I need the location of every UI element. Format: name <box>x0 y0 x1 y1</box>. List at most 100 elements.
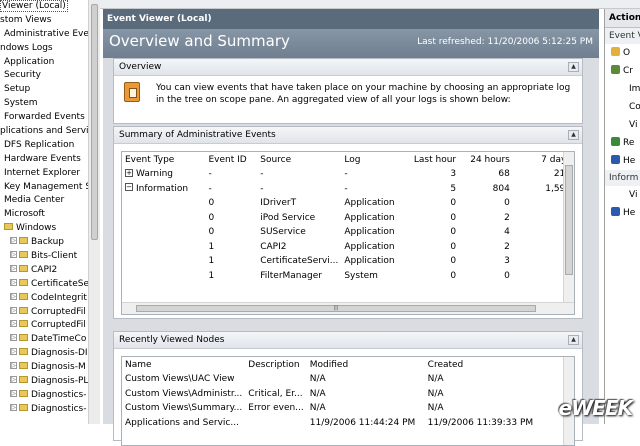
table-header-row: Event Type Event ID Source Log Last hour 24 h… <box>122 152 574 167</box>
action-item[interactable]: He <box>605 152 640 170</box>
tree-item[interactable]: ndows Logs <box>0 42 99 56</box>
table-row[interactable]: Custom Views\Summary... Error even... N/A N… <box>122 401 574 416</box>
console-tree[interactable]: Viewer (Local) stom Views Administrative E… <box>0 0 100 424</box>
expand-icon[interactable]: ▷ <box>10 334 17 342</box>
action-item[interactable]: Vi <box>605 116 640 134</box>
collapse-row-icon[interactable]: − <box>125 183 133 192</box>
column-header[interactable]: Event Type <box>122 152 206 167</box>
tree-item[interactable]: stom Views <box>0 14 99 28</box>
expand-icon[interactable]: ▷ <box>10 251 17 259</box>
action-item[interactable]: He <box>605 204 640 222</box>
tree-item[interactable]: Internet Explorer <box>0 167 99 181</box>
action-item[interactable]: Co <box>605 98 640 116</box>
tree-item[interactable]: ▷ Diagnosis-PL <box>0 375 99 389</box>
table-row[interactable]: 1FilterManagerSystem000 <box>122 269 574 284</box>
column-header[interactable]: Event ID <box>206 152 258 167</box>
expand-icon[interactable]: ▷ <box>10 403 17 411</box>
expand-icon[interactable]: ▷ <box>10 306 17 314</box>
collapse-icon[interactable]: ▲ <box>568 62 579 72</box>
collapse-icon[interactable]: ▲ <box>568 130 579 140</box>
tree-item[interactable]: Windows <box>0 222 99 236</box>
tree-item[interactable]: Microsoft <box>0 208 99 222</box>
action-item[interactable]: O <box>605 44 640 62</box>
tree-item[interactable]: ▷ Backup <box>0 236 99 250</box>
tree-item[interactable]: ▷ CertificateSe <box>0 278 99 292</box>
overview-header[interactable]: Overview ▲ <box>114 59 582 76</box>
event-type: Information <box>136 183 189 194</box>
tree-vertical-scrollbar[interactable] <box>88 0 100 424</box>
column-header[interactable]: 24 hours <box>459 152 513 167</box>
tree-item[interactable]: Setup <box>0 83 99 97</box>
tree-item[interactable]: plications and Servic <box>0 125 99 139</box>
tree-item[interactable]: ▷ Diagnosis-DI <box>0 347 99 361</box>
summary-horizontal-scrollbar[interactable]: ||| <box>122 302 574 314</box>
column-header[interactable]: Created <box>425 357 574 372</box>
expand-icon[interactable]: ▷ <box>10 292 17 300</box>
expand-icon[interactable]: ▷ <box>10 320 17 328</box>
tree-item[interactable]: ▷ Diagnostics- <box>0 389 99 403</box>
summary-scroll-thumb[interactable] <box>565 165 573 275</box>
table-row[interactable]: Applications and Servic... 11/9/2006 11:4… <box>122 416 574 431</box>
tree-item[interactable]: Media Center <box>0 194 99 208</box>
table-row[interactable]: 1CertificateServi...Application039 <box>122 254 574 269</box>
tree-item[interactable]: ▷ Bits-Client <box>0 250 99 264</box>
tree-item[interactable]: ▷ Diagnostics- <box>0 403 99 417</box>
tree-item[interactable]: Administrative Even <box>0 28 99 42</box>
tree-item[interactable]: ▷ CorruptedFil <box>0 319 99 333</box>
summary-header[interactable]: Summary of Administrative Events ▲ <box>114 127 582 144</box>
collapse-icon[interactable]: ▲ <box>568 335 579 345</box>
tree-item[interactable]: DFS Replication <box>0 139 99 153</box>
column-header[interactable]: Log <box>341 152 411 167</box>
action-item[interactable]: Cr <box>605 62 640 80</box>
action-item[interactable]: Im <box>605 80 640 98</box>
tree-item[interactable]: ▷ CAPI2 <box>0 264 99 278</box>
table-row[interactable]: 0iPod ServiceApplication026 <box>122 211 574 226</box>
summary-table: Event Type Event ID Source Log Last hour 24 h… <box>122 152 574 283</box>
tree-item[interactable]: ▷ CodeIntegrit <box>0 292 99 306</box>
tree-item[interactable]: ▷ CorruptedFil <box>0 306 99 320</box>
expand-icon[interactable]: ▷ <box>10 278 17 286</box>
expand-icon[interactable]: ▷ <box>10 264 17 272</box>
column-header[interactable]: Description <box>245 357 307 372</box>
table-row[interactable]: +Warning---368219 <box>122 167 574 182</box>
node-description: Critical, Er... <box>248 388 303 399</box>
summary-vertical-scrollbar[interactable] <box>563 152 574 303</box>
actions-group-information[interactable]: Inform <box>605 170 640 186</box>
table-row[interactable]: Custom Views\Administr... Critical, Er...… <box>122 387 574 402</box>
expand-icon[interactable]: ▷ <box>10 389 17 397</box>
event-id: 0 <box>208 227 215 238</box>
action-item[interactable]: Vi <box>605 186 640 204</box>
tree-item[interactable]: Forwarded Events <box>0 111 99 125</box>
tree-scroll-thumb[interactable] <box>91 4 98 240</box>
column-header[interactable]: Source <box>257 152 341 167</box>
event-source: iPod Service <box>260 212 316 223</box>
column-header[interactable]: Modified <box>307 357 425 372</box>
action-item[interactable]: Re <box>605 134 640 152</box>
tree-item[interactable]: Security <box>0 69 99 83</box>
expand-icon[interactable]: + <box>125 168 133 177</box>
actions-group-event-viewer[interactable]: Event V <box>605 28 640 44</box>
expand-icon[interactable]: ▷ <box>10 376 17 384</box>
table-row[interactable]: Custom Views\UAC View N/A N/A <box>122 372 574 387</box>
tree-item[interactable]: Application <box>0 56 99 70</box>
tree-item[interactable]: ▷ Diagnosis-M <box>0 361 99 375</box>
column-header[interactable]: Name <box>122 357 245 372</box>
table-row[interactable]: 1CAPI2Application025 <box>122 240 574 255</box>
tree-item[interactable]: Hardware Events <box>0 153 99 167</box>
summary-hscroll-thumb[interactable]: ||| <box>136 305 536 312</box>
recent-nodes-header[interactable]: Recently Viewed Nodes ▲ <box>114 332 582 349</box>
tree-item[interactable]: Key Management Se <box>0 181 99 195</box>
tree-item[interactable]: System <box>0 97 99 111</box>
table-row[interactable]: 0IDriverTApplication001 <box>122 196 574 211</box>
table-row[interactable]: 0SUServiceApplication046 <box>122 225 574 240</box>
tree-item[interactable]: ▷ DateTimeCo <box>0 333 99 347</box>
column-header[interactable]: Last hour <box>411 152 459 167</box>
expand-icon[interactable]: ▷ <box>10 348 17 356</box>
expand-icon[interactable]: ▷ <box>10 237 17 245</box>
action-label: Cr <box>623 66 633 76</box>
tree-item[interactable]: Viewer (Local) <box>0 0 99 14</box>
table-row[interactable]: − Information - - -5 804 1,596 <box>122 182 574 197</box>
expand-icon[interactable]: ▷ <box>10 362 17 370</box>
event-id: - <box>208 183 212 194</box>
node-name: Custom Views\UAC View <box>125 374 235 385</box>
